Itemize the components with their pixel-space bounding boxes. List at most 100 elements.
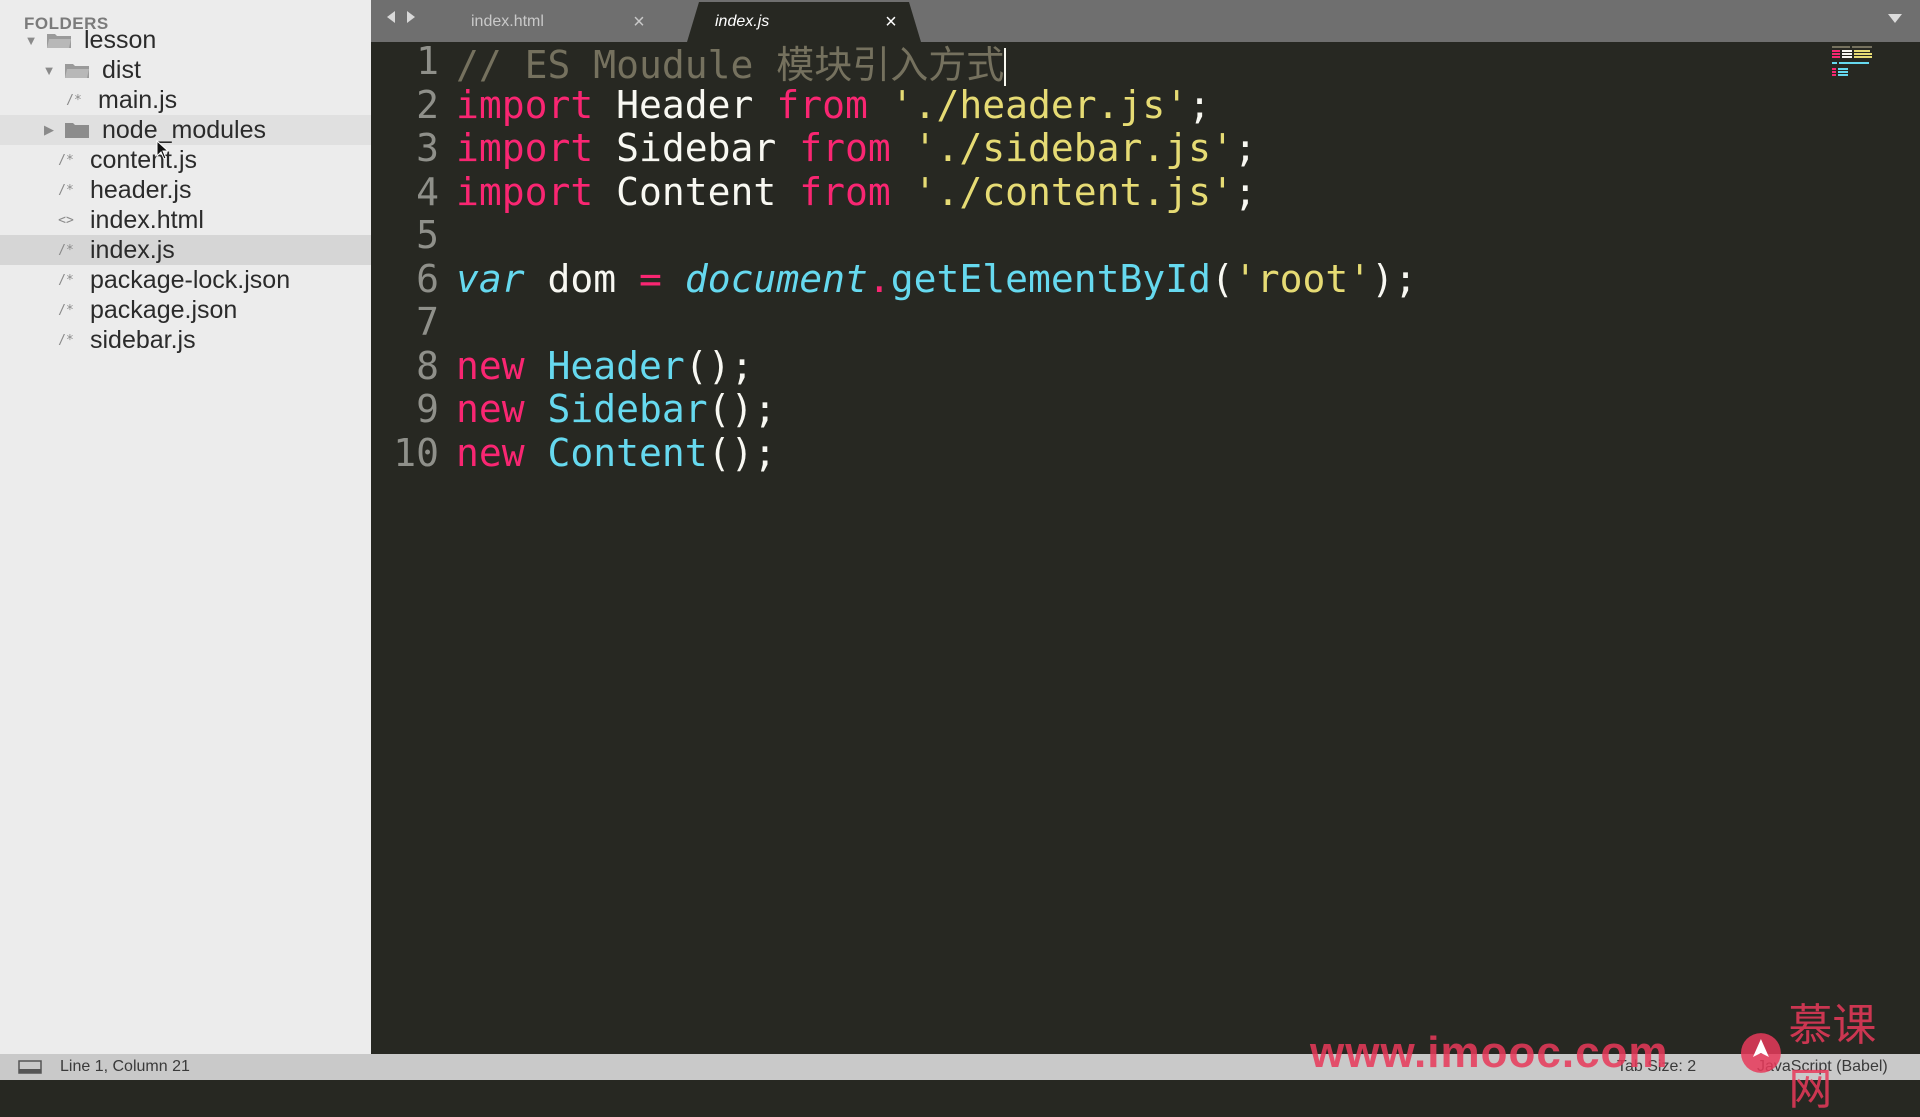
- tab-size-selector[interactable]: Tab Size: 2: [1617, 1058, 1696, 1076]
- chevron-down-icon[interactable]: [1888, 14, 1902, 23]
- line-number: 5: [416, 213, 439, 257]
- js-file-icon: /*: [58, 182, 74, 198]
- tree-item-lesson[interactable]: ▼ lesson: [0, 25, 371, 55]
- js-file-icon: /*: [58, 272, 74, 288]
- code-token-func: getElementById: [890, 256, 1212, 301]
- tree-item-label: header.js: [90, 175, 192, 204]
- code-token-plain: ();: [707, 387, 777, 431]
- code-token-kw: from: [776, 82, 868, 127]
- line-number: 8: [416, 343, 439, 388]
- folder-icon: [65, 123, 89, 138]
- line-number: 4: [416, 169, 439, 214]
- code-token-kw: import: [456, 169, 594, 214]
- js-file-icon: /*: [66, 92, 82, 108]
- tab-nav: [385, 10, 417, 24]
- code-token-func: Header: [547, 343, 685, 388]
- line-number: 2: [416, 82, 439, 127]
- sidebar: FOLDERS ▼ lesson ▼ dist/* main.js ▶ node_modul…: [0, 0, 371, 1054]
- tree-item-header-js[interactable]: /* header.js: [0, 175, 371, 205]
- tree-item-package-lock-json[interactable]: /* package-lock.json: [0, 265, 371, 295]
- tree-item-label: package.json: [90, 295, 238, 324]
- html-file-icon: <>: [58, 212, 74, 228]
- line-number: 10: [393, 430, 439, 475]
- nav-forward-icon[interactable]: [405, 10, 417, 24]
- close-icon[interactable]: ×: [879, 11, 903, 34]
- tree-item-label: index.html: [90, 205, 204, 234]
- code-token-plain: ();: [684, 343, 754, 388]
- code-token-kw: import: [456, 126, 594, 170]
- code-token-plain: Header: [593, 82, 777, 127]
- line-code: new Header();: [456, 344, 753, 388]
- disclosure-expanded-icon[interactable]: ▼: [24, 33, 38, 48]
- tree-item-index-html[interactable]: <> index.html: [0, 205, 371, 235]
- tree-item-sidebar-js[interactable]: /* sidebar.js: [0, 325, 371, 355]
- js-file-icon: /*: [58, 302, 74, 318]
- code-line: 10 new Content();: [371, 431, 1771, 475]
- line-number: 9: [416, 387, 439, 431]
- code-token-str: './content.js': [913, 169, 1234, 214]
- tree-item-label: dist: [102, 55, 141, 84]
- close-icon[interactable]: ×: [627, 11, 651, 34]
- code-token-comment: // ES Moudule 模块引入方式: [456, 42, 1005, 87]
- cursor-position: Line 1, Column 21: [60, 1058, 190, 1075]
- folder-open-icon: [47, 34, 71, 48]
- line-code: var dom = document.getElementById('root'…: [456, 257, 1417, 301]
- code-token-plain: ;: [1233, 169, 1257, 214]
- line-code: new Content();: [456, 431, 776, 475]
- code-token-plain: ;: [1233, 126, 1257, 170]
- tree-item-main-js[interactable]: /* main.js: [0, 85, 371, 115]
- tree-item-label: lesson: [84, 25, 157, 54]
- code-line: 3 import Sidebar from './sidebar.js';: [371, 126, 1771, 170]
- tree-item-label: index.js: [90, 235, 175, 264]
- code-token-storage: var: [456, 256, 525, 301]
- code-token-kw: import: [456, 82, 594, 127]
- tree-item-dist[interactable]: ▼ dist: [0, 55, 371, 85]
- disclosure-collapsed-icon[interactable]: ▶: [42, 122, 56, 137]
- code-token-kw: new: [456, 387, 525, 431]
- disclosure-expanded-icon[interactable]: ▼: [42, 63, 56, 78]
- folder-open-icon: [65, 64, 89, 78]
- js-file-icon: /*: [58, 152, 74, 168]
- tree-item-index-js[interactable]: /* index.js: [0, 235, 371, 265]
- tree-item-label: content.js: [90, 145, 198, 174]
- panel-toggle-icon[interactable]: [18, 1060, 42, 1074]
- tree-item-label: main.js: [98, 85, 178, 114]
- tree-item-package-json[interactable]: /* package.json: [0, 295, 371, 325]
- code-token-str: 'root': [1233, 256, 1372, 301]
- tree-item-node-modules[interactable]: ▶ node_modules: [0, 115, 371, 145]
- code-line: 9 new Sidebar();: [371, 387, 1771, 431]
- line-code: import Sidebar from './sidebar.js';: [456, 126, 1257, 170]
- js-file-icon: /*: [58, 332, 74, 348]
- line-number: 7: [416, 300, 439, 344]
- code-line: 6 var dom = document.getElementById('root…: [371, 257, 1771, 301]
- line-code: import Header from './header.js';: [456, 83, 1211, 127]
- code-token-kw: from: [799, 169, 891, 214]
- nav-back-icon[interactable]: [385, 10, 397, 24]
- tree-item-label: package-lock.json: [90, 265, 291, 294]
- code-line: 4 import Content from './content.js';: [371, 170, 1771, 214]
- code-token-plain: ;: [1188, 82, 1212, 127]
- code-line: 5: [371, 213, 1771, 257]
- code-editor[interactable]: 1 // ES Moudule 模块引入方式 2 import Header from…: [371, 39, 1920, 1054]
- code-token-plain: Sidebar: [593, 126, 800, 170]
- syntax-selector[interactable]: JavaScript (Babel): [1757, 1058, 1888, 1076]
- status-bar: Line 1, Column 21 Tab Size: 2 JavaScript…: [0, 1054, 1920, 1080]
- line-code: // ES Moudule 模块引入方式: [456, 34, 1007, 89]
- code-token-kw: new: [456, 343, 525, 388]
- minimap[interactable]: [1832, 46, 1892, 76]
- code-token-op: .: [867, 256, 891, 301]
- line-number: 1: [416, 39, 439, 83]
- tree-item-content-js[interactable]: /* content.js: [0, 145, 371, 175]
- tab-label: index.js: [715, 13, 770, 30]
- code-line: 7: [371, 300, 1771, 344]
- line-number: 6: [416, 256, 439, 301]
- text-caret: [1004, 48, 1007, 86]
- code-line: 8 new Header();: [371, 344, 1771, 388]
- code-line: 2 import Header from './header.js';: [371, 83, 1771, 127]
